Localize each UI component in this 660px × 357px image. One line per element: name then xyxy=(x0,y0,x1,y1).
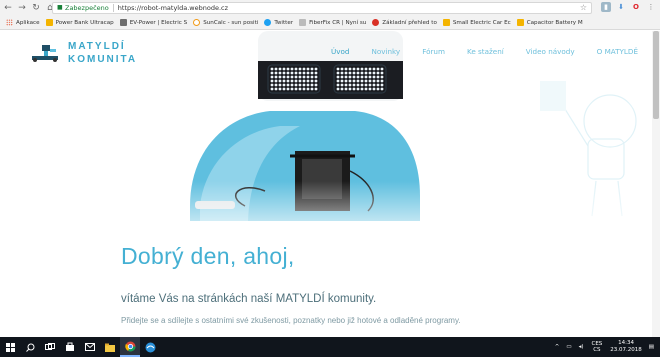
twitter-icon xyxy=(264,19,272,26)
bookmark-item[interactable]: FiberFix CR | Nyní su xyxy=(299,19,366,26)
network-icon[interactable]: ▭ xyxy=(566,344,571,350)
notifications-icon[interactable]: ▤ xyxy=(649,344,654,350)
site-logo[interactable]: MATYLDÍ KOMUNITA xyxy=(28,40,137,66)
bookmark-favicon xyxy=(442,19,450,26)
bookmark-favicon xyxy=(372,19,380,26)
browser-toolbar: ← → ↻ ⌂ ■ Zabezpečeno https://robot-maty… xyxy=(0,0,660,16)
lock-icon: ■ xyxy=(57,4,63,11)
bookmark-label: EV-Power | Electric S xyxy=(129,19,188,26)
clock-time: 14:34 xyxy=(618,340,634,346)
bookmark-item[interactable]: EV-Power | Electric S xyxy=(119,19,188,26)
url-text: https://robot-matylda.webnode.cz xyxy=(117,4,228,12)
system-tray: ^ ▭ ◂) CES CS 14:34 23.07.2018 ▤ xyxy=(555,337,654,357)
back-icon[interactable]: ← xyxy=(2,1,14,15)
bookmark-label: FiberFix CR | Nyní su xyxy=(309,19,367,26)
bookmark-label: SunCalc - sun positi xyxy=(203,19,259,26)
scrollbar-thumb[interactable] xyxy=(653,31,659,119)
nav-item-forum[interactable]: Fórum xyxy=(422,47,445,56)
bookmark-label: Small Electric Car Ec xyxy=(452,19,511,26)
store-icon[interactable] xyxy=(60,337,80,357)
bookmark-label: Základní přehled to xyxy=(382,19,437,26)
nav-item-o-matylde[interactable]: O MATYLDĚ xyxy=(597,47,638,56)
menu-icon[interactable]: ⋮ xyxy=(646,2,656,12)
bookmark-label: Aplikace xyxy=(16,19,40,26)
bookmark-favicon xyxy=(45,19,53,26)
address-bar[interactable]: ■ Zabezpečeno https://robot-matylda.webn… xyxy=(52,2,592,14)
download-icon[interactable]: ⬇ xyxy=(616,2,626,12)
chevron-up-icon[interactable]: ^ xyxy=(555,344,560,350)
logo-line-1: MATYLDÍ xyxy=(68,41,126,52)
nav-item-ke-stazeni[interactable]: Ke stažení xyxy=(467,47,504,56)
secure-label: Zabezpečeno xyxy=(65,4,109,12)
opera-icon[interactable]: O xyxy=(631,2,641,12)
bookmark-item[interactable]: Capacitor Battery M xyxy=(516,19,583,26)
mail-icon[interactable] xyxy=(80,337,100,357)
bookmark-star-icon[interactable]: ☆ xyxy=(580,3,587,12)
bookmark-label: Power Bank Ultracap xyxy=(55,19,114,26)
web-page: MATYLDÍ KOMUNITA Úvod Novinky Fórum Ke s… xyxy=(0,31,660,337)
clock[interactable]: 14:34 23.07.2018 xyxy=(610,340,642,354)
page-subheading: vítáme Vás na stránkách naší MATYLDÍ kom… xyxy=(121,293,377,305)
bookmark-favicon xyxy=(516,19,524,26)
task-view-icon[interactable] xyxy=(40,337,60,357)
nav-item-novinky[interactable]: Novinky xyxy=(371,47,400,56)
bookmark-label: Capacitor Battery M xyxy=(526,19,583,26)
page-scrollbar[interactable] xyxy=(652,31,660,337)
robot-logo-icon xyxy=(32,45,58,62)
extension-icon[interactable]: ▮ xyxy=(601,2,611,12)
windows-taskbar: ^ ▭ ◂) CES CS 14:34 23.07.2018 ▤ xyxy=(0,337,660,357)
bookmark-item[interactable]: Twitter xyxy=(264,19,293,26)
bookmarks-bar: Aplikace Power Bank Ultracap EV-Power | … xyxy=(0,16,660,30)
bookmark-favicon xyxy=(119,19,127,26)
bookmark-item[interactable]: Small Electric Car Ec xyxy=(442,19,511,26)
bookmark-favicon xyxy=(299,19,307,26)
nav-item-video-navody[interactable]: Video návody xyxy=(526,47,575,56)
forward-icon[interactable]: → xyxy=(16,1,28,15)
lang-layout: CS xyxy=(593,347,601,353)
nav-item-uvod[interactable]: Úvod xyxy=(331,47,349,56)
windows-start-icon[interactable] xyxy=(0,337,20,357)
page-intro: Přidejte se a sdílejte s ostatními své z… xyxy=(121,316,461,325)
clock-date: 23.07.2018 xyxy=(610,347,642,353)
bookmark-apps[interactable]: Aplikace xyxy=(6,19,40,26)
chrome-icon[interactable] xyxy=(120,337,140,357)
bookmark-favicon xyxy=(193,19,201,26)
file-explorer-icon[interactable] xyxy=(100,337,120,357)
app-icon[interactable] xyxy=(140,337,160,357)
logo-line-2: KOMUNITA xyxy=(68,54,138,65)
apps-grid-icon xyxy=(6,19,13,26)
main-navigation: Úvod Novinky Fórum Ke stažení Video návo… xyxy=(309,47,638,56)
reload-icon[interactable]: ↻ xyxy=(30,1,42,15)
bookmark-label: Twitter xyxy=(274,19,294,26)
volume-icon[interactable]: ◂) xyxy=(579,344,584,350)
bookmark-item[interactable]: SunCalc - sun positi xyxy=(193,19,258,26)
separator xyxy=(112,4,114,12)
search-icon[interactable] xyxy=(20,337,40,357)
page-heading: Dobrý den, ahoj, xyxy=(121,243,295,269)
bookmark-item[interactable]: Základní přehled to xyxy=(372,19,437,26)
language-indicator[interactable]: CES CS xyxy=(591,341,602,353)
bookmark-item[interactable]: Power Bank Ultracap xyxy=(45,19,114,26)
